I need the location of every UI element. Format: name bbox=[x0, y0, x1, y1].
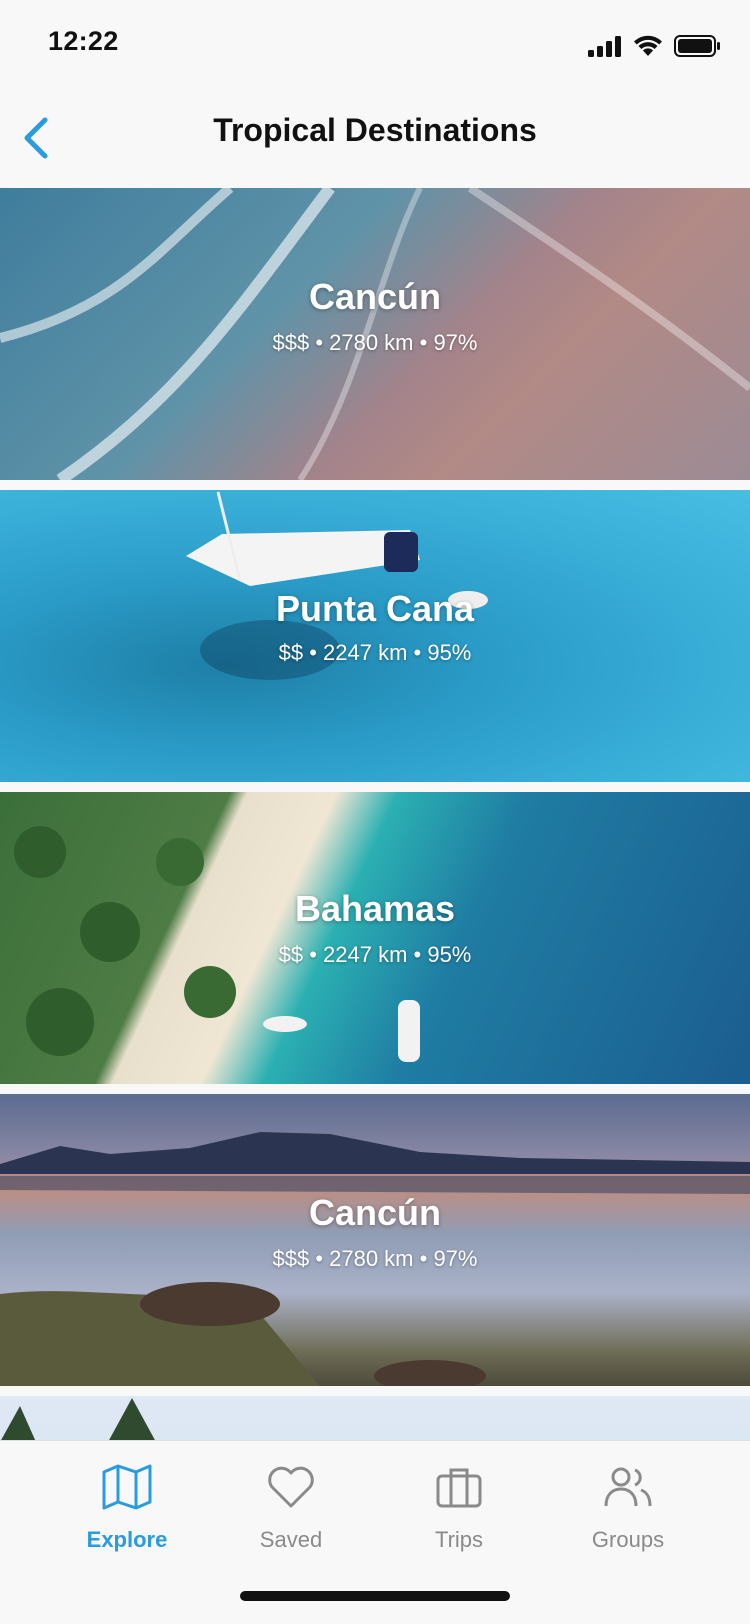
tab-saved[interactable]: Saved bbox=[221, 1461, 361, 1553]
signal-icon bbox=[588, 35, 622, 62]
destination-image bbox=[0, 490, 750, 782]
heart-icon bbox=[221, 1461, 361, 1513]
battery-icon bbox=[674, 35, 720, 62]
destination-image bbox=[0, 792, 750, 1084]
destination-list: Cancún $$$ • 2780 km • 97% Punta Cana $$… bbox=[0, 188, 750, 1624]
tab-groups[interactable]: Groups bbox=[558, 1461, 698, 1553]
tab-saved-label: Saved bbox=[259, 1527, 323, 1552]
map-icon bbox=[57, 1461, 197, 1513]
users-icon bbox=[558, 1461, 698, 1513]
destination-meta: $$$ • 2780 km • 97% bbox=[272, 330, 478, 355]
destination-name: Cancún bbox=[308, 276, 441, 317]
tab-explore[interactable]: Explore bbox=[57, 1461, 197, 1553]
tab-trips-label: Trips bbox=[434, 1527, 484, 1552]
status-bar: 12:22 bbox=[0, 0, 750, 88]
page-title: Tropical Destinations bbox=[213, 112, 537, 148]
destination-meta: $$ • 2247 km • 95% bbox=[278, 942, 472, 967]
wifi-icon bbox=[632, 34, 664, 63]
destination-card[interactable]: Bahamas $$ • 2247 km • 95% bbox=[0, 792, 750, 1084]
destination-card[interactable]: Cancún $$$ • 2780 km • 97% bbox=[0, 1094, 750, 1386]
tab-groups-label: Groups bbox=[591, 1527, 665, 1552]
home-indicator bbox=[240, 1591, 510, 1601]
destination-meta: $$ • 2247 km • 95% bbox=[278, 640, 472, 665]
destination-card[interactable]: Cancún $$$ • 2780 km • 97% bbox=[0, 188, 750, 480]
briefcase-icon bbox=[389, 1461, 529, 1513]
destination-image bbox=[0, 1094, 750, 1386]
navigation-bar: Tropical Destinations bbox=[0, 88, 750, 188]
destination-name: Punta Cana bbox=[275, 588, 475, 629]
destination-name: Bahamas bbox=[294, 888, 456, 929]
tab-trips[interactable]: Trips bbox=[389, 1461, 529, 1553]
destination-card[interactable]: Punta Cana $$ • 2247 km • 95% bbox=[0, 490, 750, 782]
tab-bar: Explore Saved Trips Groups bbox=[0, 1440, 750, 1624]
destination-name: Cancún bbox=[308, 1192, 441, 1233]
tab-explore-label: Explore bbox=[86, 1527, 168, 1552]
destination-meta: $$$ • 2780 km • 97% bbox=[272, 1246, 478, 1271]
status-icons bbox=[588, 34, 720, 63]
status-time: 12:22 bbox=[48, 26, 119, 56]
